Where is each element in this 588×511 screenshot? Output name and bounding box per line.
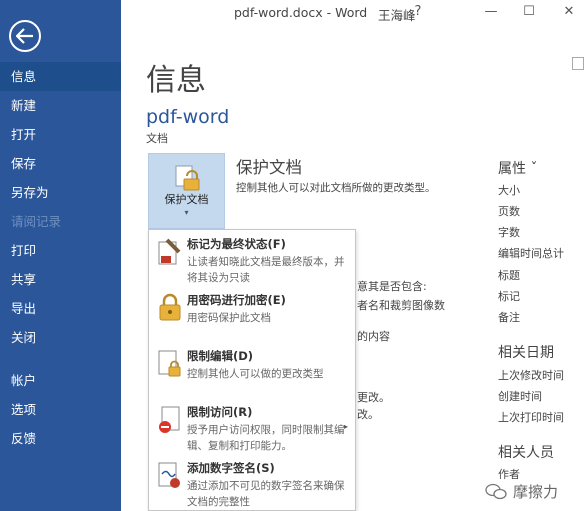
watermark: 摩擦力 (481, 479, 563, 504)
prop-tags: 标记 (498, 290, 520, 303)
nav-item-save[interactable]: 保存 (0, 149, 121, 178)
help-button[interactable]: ? (408, 3, 428, 21)
protect-document-button[interactable]: 保护文档 ▾ (148, 153, 225, 229)
nav-item-share[interactable]: 共享 (0, 265, 121, 294)
menu-item-title: 限制访问(R) (187, 405, 253, 419)
menu-item-encrypt-password[interactable]: 用密码进行加密(E) 用密码保护此文档 (149, 288, 357, 344)
document-location: 文档 (146, 132, 168, 145)
close-button[interactable]: ✕ (559, 3, 579, 21)
wechat-icon (485, 483, 507, 501)
inspect-text-5: 改。 (357, 408, 379, 421)
nav-item-close[interactable]: 关闭 (0, 323, 121, 352)
minimize-button[interactable]: — (481, 3, 501, 21)
date-created: 创建时间 (498, 390, 542, 403)
related-dates-heading: 相关日期 (498, 345, 554, 361)
protect-tile-label: 保护文档 (164, 193, 209, 206)
menu-item-restrict-editing[interactable]: 限制编辑(D) 控制其他人可以做的更改类型 (149, 344, 357, 400)
menu-item-description: 通过添加不可见的数字签名来确保文档的完整性 (187, 480, 345, 508)
nav-item-open[interactable]: 打开 (0, 120, 121, 149)
inspect-text-2: 者名和裁剪图像数 (357, 299, 445, 312)
menu-item-title: 限制编辑(D) (187, 349, 254, 363)
backstage-sidebar: 信息 新建 打开 保存 另存为 请阅记录 打印 共享 导出 关闭 帐户 选项 反… (0, 0, 121, 511)
protect-section-title: 保护文档 (236, 158, 302, 177)
related-people-heading: 相关人员 (498, 445, 554, 461)
properties-heading[interactable]: 属性 ˇ (498, 158, 537, 178)
backstage-nav: 信息 新建 打开 保存 另存为 请阅记录 打印 共享 导出 关闭 帐户 选项 反… (0, 62, 121, 453)
prop-title: 标题 (498, 269, 520, 282)
nav-item-feedback[interactable]: 反馈 (0, 424, 121, 453)
protect-document-menu: 标记为最终状态(F) 让读者知晓此文档是最终版本，并将其设为只读 用密码进行加密… (148, 229, 356, 511)
menu-item-title: 添加数字签名(S) (187, 461, 275, 475)
nav-separator (0, 352, 121, 366)
date-last-printed: 上次打印时间 (498, 411, 564, 424)
prop-edit-time: 编辑时间总计 (498, 247, 564, 260)
protect-section-description: 控制其他人可以对此文档所做的更改类型。 (236, 182, 436, 194)
inspect-text-3: 的内容 (357, 330, 390, 343)
menu-item-restrict-access[interactable]: 限制访问(R) 授予用户访问权限，同时限制其编辑、复制和打印能力。 ▸ (149, 400, 357, 456)
nav-item-info[interactable]: 信息 (0, 62, 121, 91)
menu-item-description: 让读者知晓此文档是最终版本，并将其设为只读 (187, 256, 345, 284)
prop-words: 字数 (498, 226, 520, 239)
nav-item-new[interactable]: 新建 (0, 91, 121, 120)
menu-item-mark-final[interactable]: 标记为最终状态(F) 让读者知晓此文档是最终版本，并将其设为只读 (149, 232, 357, 288)
watermark-text: 摩擦力 (513, 483, 559, 501)
prop-comments: 备注 (498, 311, 520, 324)
menu-item-description: 控制其他人可以做的更改类型 (187, 368, 324, 380)
nav-item-print[interactable]: 打印 (0, 236, 121, 265)
nav-item-options[interactable]: 选项 (0, 395, 121, 424)
back-arrow-icon[interactable] (9, 20, 41, 52)
date-last-modified: 上次修改时间 (498, 369, 564, 382)
inspect-text-1: 意其是否包含: (357, 280, 427, 293)
nav-item-export[interactable]: 导出 (0, 294, 121, 323)
inspect-text-4: 更改。 (357, 391, 390, 404)
title-bar: pdf-word.docx - Word 王海峰 ? — ☐ ✕ (121, 0, 588, 26)
nav-item-history: 请阅记录 (11, 214, 62, 229)
menu-item-description: 授予用户访问权限，同时限制其编辑、复制和打印能力。 (187, 424, 345, 452)
digital-signature-icon (157, 460, 183, 490)
chevron-down-icon: ▾ (184, 208, 189, 217)
document-name: pdf-word (146, 106, 230, 128)
prop-pages: 页数 (498, 205, 520, 218)
document-lock-icon (157, 348, 183, 378)
menu-item-title: 标记为最终状态(F) (187, 237, 286, 251)
submenu-arrow-icon: ▸ (344, 422, 349, 431)
restrict-access-icon (157, 404, 183, 434)
key-lock-icon (157, 292, 183, 322)
restore-button[interactable]: ☐ (519, 3, 539, 21)
scroll-indicator[interactable] (572, 57, 584, 70)
page-title: 信息 (146, 63, 206, 98)
menu-item-digital-signature[interactable]: 添加数字签名(S) 通过添加不可见的数字签名来确保文档的完整性 (149, 456, 357, 511)
prop-size: 大小 (498, 184, 520, 197)
window-title: pdf-word.docx - Word (234, 5, 368, 20)
nav-item-account[interactable]: 帐户 (0, 366, 121, 395)
nav-item-save-as[interactable]: 另存为 (0, 178, 121, 207)
mark-final-icon (157, 236, 183, 266)
menu-item-description: 用密码保护此文档 (187, 312, 271, 324)
menu-item-title: 用密码进行加密(E) (187, 293, 286, 307)
